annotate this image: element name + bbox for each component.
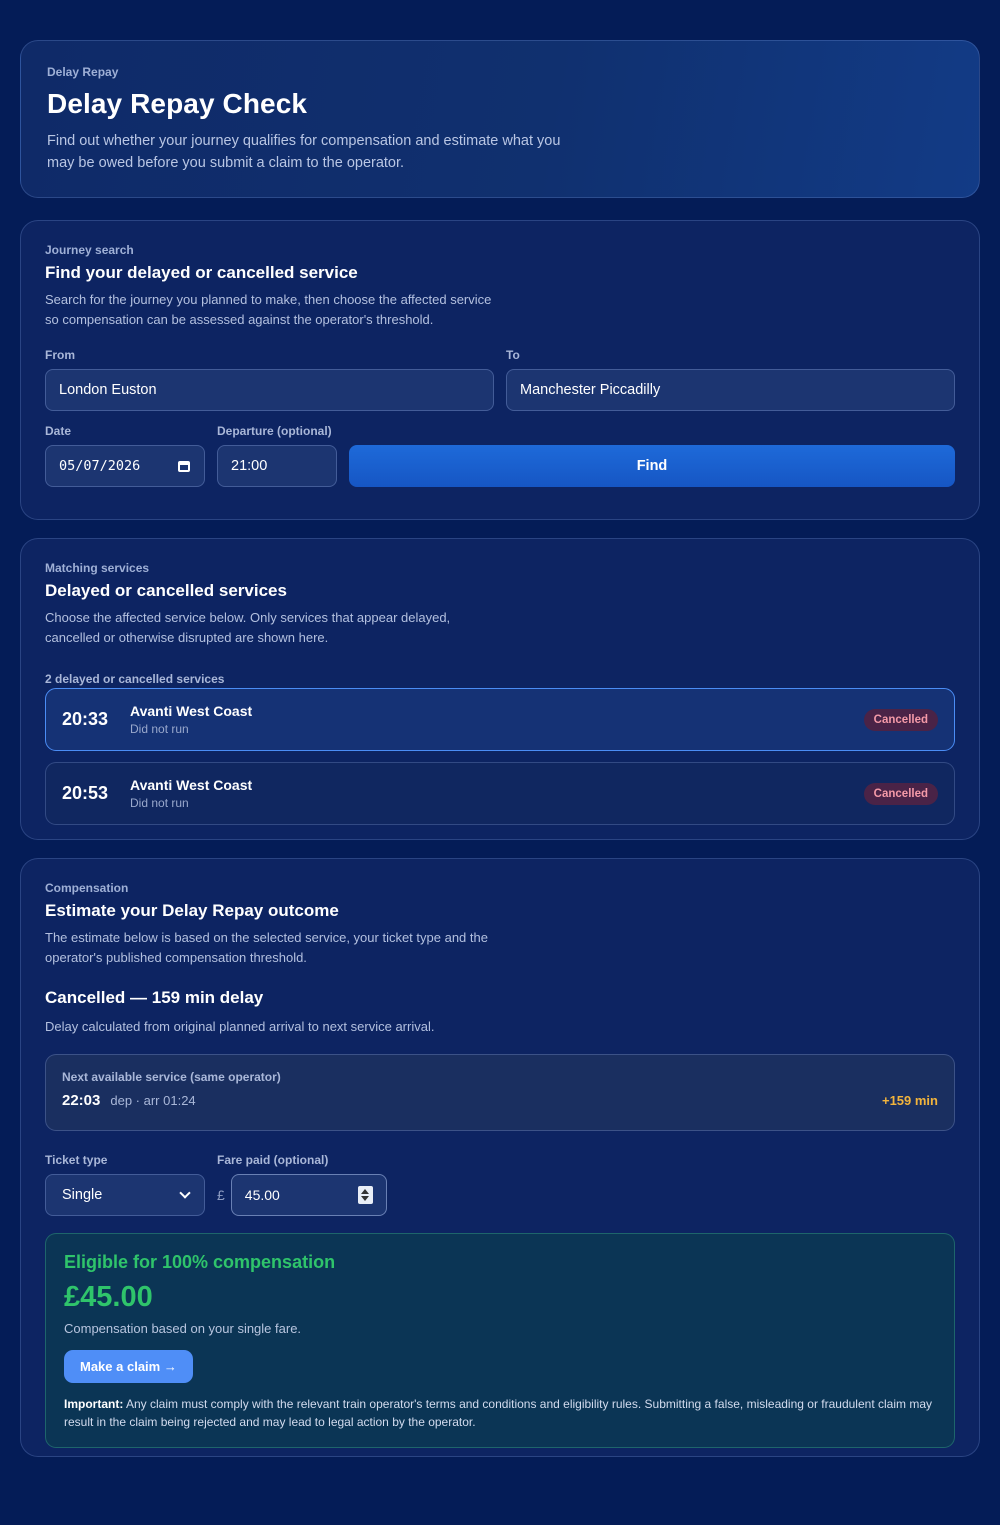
page-title: Delay Repay Check bbox=[47, 88, 308, 119]
to-label: To bbox=[506, 348, 520, 362]
to-input[interactable]: Manchester Piccadilly bbox=[506, 369, 955, 411]
date-group: Date 05/07/2026 bbox=[45, 424, 205, 487]
next-service-row: 22:03 dep · arr 01:24 +159 min bbox=[62, 1092, 938, 1109]
date-row: Date 05/07/2026 Departure (optional) 21:… bbox=[45, 424, 955, 487]
departure-group: Departure (optional) 21:00 bbox=[217, 424, 337, 487]
search-eyebrow: Journey search bbox=[45, 243, 134, 257]
services-description: Choose the affected service below. Only … bbox=[45, 610, 451, 645]
search-description: Search for the journey you planned to ma… bbox=[45, 292, 492, 327]
important-notice: Important: Any claim must comply with th… bbox=[64, 1395, 936, 1431]
search-title: Find your delayed or cancelled service bbox=[45, 263, 358, 282]
service-time: 20:53 bbox=[62, 783, 109, 803]
next-service-label: Next available service (same operator) bbox=[62, 1070, 281, 1084]
outcome-title: Cancelled — 159 min delay bbox=[45, 988, 264, 1007]
make-claim-button[interactable]: Make a claim → bbox=[64, 1350, 193, 1383]
fare-value: 45.00 bbox=[244, 1187, 280, 1203]
from-input[interactable]: London Euston bbox=[45, 369, 494, 411]
compensation-basis: Compensation based on your single fare. bbox=[64, 1321, 302, 1336]
fare-group: Fare paid (optional) £ 45.00 bbox=[217, 1153, 387, 1216]
next-service-box: Next available service (same operator) 2… bbox=[45, 1054, 955, 1131]
eligibility-result: Eligible for 100% compensation £45.00 Co… bbox=[45, 1233, 955, 1448]
compensation-title: Estimate your Delay Repay outcome bbox=[45, 901, 339, 920]
header-description: Find out whether your journey qualifies … bbox=[47, 133, 561, 171]
next-service-arrival: dep · arr 01:24 bbox=[110, 1093, 196, 1108]
eligibility-text: Eligible for 100% compensation bbox=[64, 1252, 336, 1272]
ticket-group: Ticket type Single bbox=[45, 1153, 205, 1216]
compensation-eyebrow: Compensation bbox=[45, 881, 129, 895]
ticket-type-select[interactable]: Single bbox=[45, 1174, 205, 1216]
currency-symbol: £ bbox=[217, 1187, 225, 1203]
ticket-type-label: Ticket type bbox=[45, 1153, 108, 1167]
from-label: From bbox=[45, 348, 75, 362]
service-info: Avanti West Coast Did not run bbox=[130, 703, 252, 736]
departure-input[interactable]: 21:00 bbox=[217, 445, 337, 487]
ticket-row: Ticket type Single Fare paid (optional) … bbox=[45, 1153, 955, 1216]
service-operator: Avanti West Coast bbox=[130, 703, 253, 719]
ticket-type-value: Single bbox=[62, 1187, 103, 1203]
date-input[interactable]: 05/07/2026 bbox=[45, 445, 205, 487]
services-count: 2 delayed or cancelled services bbox=[45, 672, 225, 686]
header-card: Delay Repay Delay Repay Check Find out w… bbox=[20, 40, 980, 198]
compensation-amount: £45.00 bbox=[64, 1281, 153, 1313]
important-text: Any claim must comply with the relevant … bbox=[64, 1397, 932, 1429]
fare-label: Fare paid (optional) bbox=[217, 1153, 329, 1167]
services-card: Matching services Delayed or cancelled s… bbox=[20, 538, 980, 840]
status-badge: Cancelled bbox=[863, 708, 938, 731]
header-eyebrow: Delay Repay bbox=[47, 65, 119, 79]
page: Delay Repay Delay Repay Check Find out w… bbox=[0, 0, 1000, 1525]
number-spinner-icon[interactable] bbox=[357, 1186, 373, 1204]
service-operator: Avanti West Coast bbox=[130, 777, 253, 793]
service-info: Avanti West Coast Did not run bbox=[130, 777, 252, 810]
service-item[interactable]: 20:33 Avanti West Coast Did not run Canc… bbox=[45, 688, 955, 751]
journey-search-card: Journey search Find your delayed or canc… bbox=[20, 220, 980, 520]
chevron-down-icon bbox=[179, 1186, 191, 1199]
date-label: Date bbox=[45, 424, 72, 438]
from-to-row: From London Euston To Manchester Piccadi… bbox=[45, 348, 955, 411]
service-status-text: Did not run bbox=[130, 722, 189, 736]
find-button[interactable]: Find bbox=[349, 445, 955, 487]
service-status-text: Did not run bbox=[130, 796, 189, 810]
date-value: 05/07/2026 bbox=[59, 458, 141, 474]
to-group: To Manchester Piccadilly bbox=[506, 348, 955, 411]
next-service-time: 22:03 bbox=[62, 1092, 101, 1109]
fare-wrap: £ 45.00 bbox=[217, 1174, 387, 1216]
services-title: Delayed or cancelled services bbox=[45, 581, 287, 600]
next-service-delay: +159 min bbox=[881, 1093, 938, 1108]
outcome-description: Delay calculated from original planned a… bbox=[45, 1019, 435, 1034]
from-group: From London Euston bbox=[45, 348, 494, 411]
calendar-icon[interactable] bbox=[178, 460, 190, 472]
compensation-card: Compensation Estimate your Delay Repay o… bbox=[20, 858, 980, 1457]
status-badge: Cancelled bbox=[863, 782, 938, 805]
services-eyebrow: Matching services bbox=[45, 561, 150, 575]
departure-label: Departure (optional) bbox=[217, 424, 332, 438]
service-item[interactable]: 20:53 Avanti West Coast Did not run Canc… bbox=[45, 762, 955, 825]
compensation-description: The estimate below is based on the selec… bbox=[45, 930, 488, 965]
important-label: Important: bbox=[64, 1397, 124, 1411]
fare-input[interactable]: 45.00 bbox=[230, 1174, 387, 1216]
service-time: 20:33 bbox=[62, 709, 109, 729]
